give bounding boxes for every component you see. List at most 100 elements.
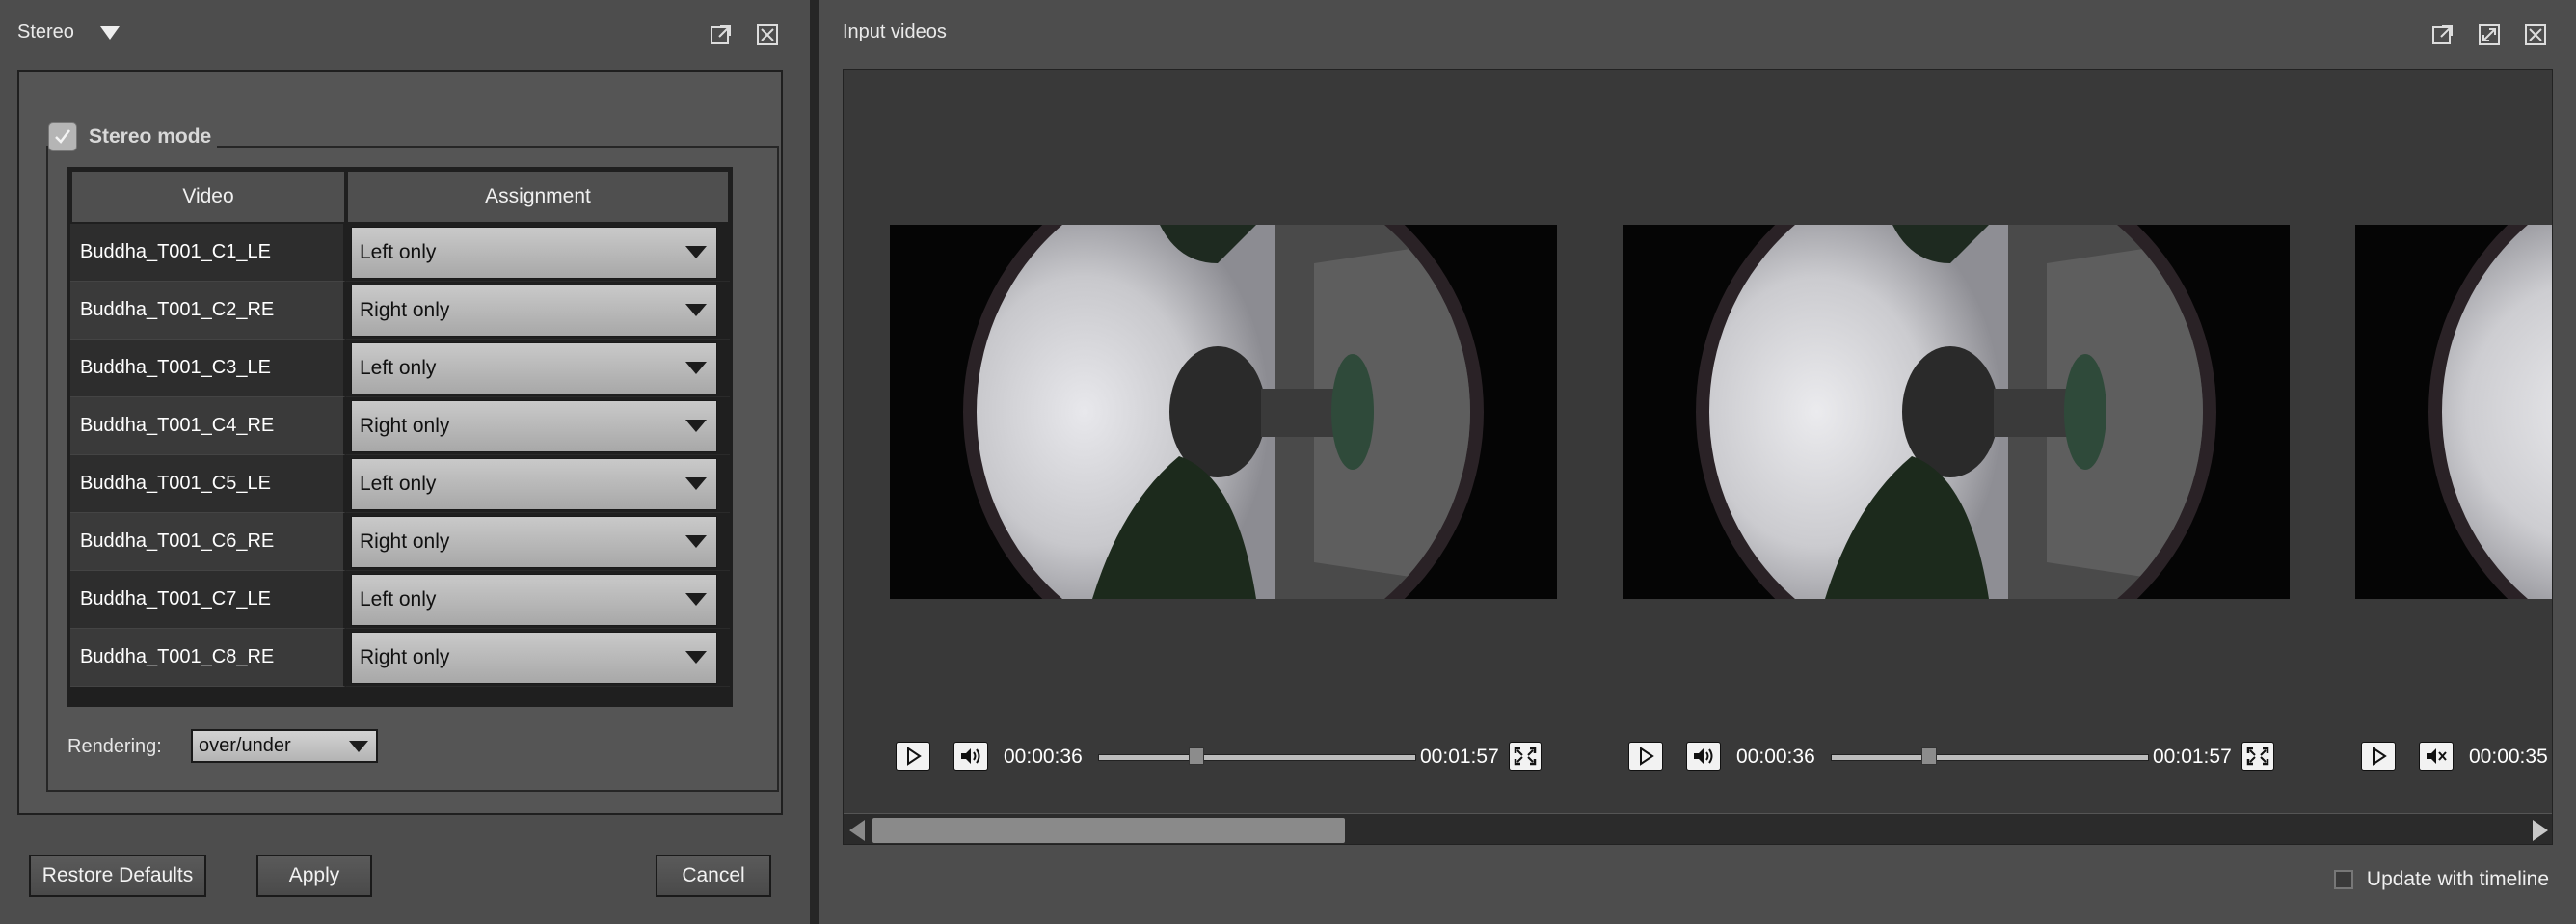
table-row[interactable]: Buddha_T001_C8_RE Right only (70, 629, 730, 687)
volume-button[interactable] (953, 742, 988, 771)
assignment-dropdown[interactable]: Left only (351, 457, 717, 510)
update-with-timeline-label: Update with timeline (2366, 868, 2549, 890)
close-icon[interactable] (756, 23, 779, 46)
chevron-down-icon (685, 477, 707, 490)
scroll-right-icon[interactable] (2533, 820, 2548, 841)
stereo-mode-checkbox[interactable] (48, 122, 77, 151)
seek-bar[interactable] (1831, 754, 2149, 761)
assignment-dropdown[interactable]: Right only (351, 399, 717, 452)
assignment-dropdown[interactable]: Left only (351, 573, 717, 626)
chevron-down-icon (685, 593, 707, 606)
chevron-down-icon (685, 420, 707, 432)
video-name-cell: Buddha_T001_C7_LE (70, 571, 346, 629)
assignment-value: Left only (360, 587, 437, 611)
video-name-cell: Buddha_T001_C3_LE (70, 340, 346, 397)
duration: 00:01:57 (1420, 746, 1499, 768)
seek-handle[interactable] (1921, 747, 1938, 765)
close-icon[interactable] (2524, 23, 2547, 46)
scroll-left-icon[interactable] (849, 820, 865, 841)
video-viewport: 00:00:36 00:01:57 00:00:36 00:01:57 00:0… (843, 69, 2553, 845)
seek-bar[interactable] (1098, 754, 1416, 761)
stereo-mode-toggle[interactable]: Stereo mode (48, 121, 218, 153)
play-icon (2373, 747, 2387, 766)
assignment-value: Right only (360, 414, 450, 437)
player-controls: 00:00:36 00:01:57 (1628, 742, 2284, 780)
assignment-dropdown[interactable]: Right only (351, 284, 717, 337)
play-button[interactable] (896, 742, 930, 771)
cancel-button[interactable]: Cancel (656, 855, 771, 897)
rendering-dropdown[interactable]: over/under (191, 729, 378, 763)
stereo-mode-label: Stereo mode (89, 125, 212, 148)
table-row[interactable]: Buddha_T001_C4_RE Right only (70, 397, 730, 455)
video-name-cell: Buddha_T001_C4_RE (70, 397, 346, 455)
assignment-table: Video Assignment Buddha_T001_C1_LE Left … (67, 167, 733, 707)
horizontal-scrollbar[interactable] (844, 813, 2552, 844)
current-time: 00:00:36 (1736, 746, 1815, 768)
assignment-dropdown[interactable]: Left only (351, 226, 717, 279)
fullscreen-button[interactable] (1509, 742, 1542, 771)
stereo-panel: Stereo Stereo mode Video Assignment Budd… (0, 0, 810, 924)
table-row[interactable]: Buddha_T001_C7_LE Left only (70, 571, 730, 629)
duration: 00:01:57 (2153, 746, 2232, 768)
chevron-down-icon (685, 651, 707, 664)
volume-button[interactable] (1686, 742, 1721, 771)
checkmark-icon (55, 129, 70, 144)
undock-icon[interactable] (710, 23, 733, 46)
column-header-assignment[interactable]: Assignment (346, 170, 730, 224)
rendering-value: over/under (199, 735, 291, 756)
video-thumbnail[interactable] (890, 225, 1557, 599)
apply-button[interactable]: Apply (256, 855, 372, 897)
fisheye-frame-image (890, 225, 1557, 599)
assignment-value: Left only (360, 356, 437, 379)
update-with-timeline-checkbox[interactable] (2333, 870, 2353, 889)
assignment-value: Left only (360, 472, 437, 495)
chevron-down-icon (685, 535, 707, 548)
mute-button[interactable] (2419, 742, 2454, 771)
assignment-value: Right only (360, 645, 450, 668)
table-row[interactable]: Buddha_T001_C6_RE Right only (70, 513, 730, 571)
muted-speaker-icon (2427, 748, 2447, 764)
chevron-down-icon (685, 246, 707, 258)
video-name-cell: Buddha_T001_C2_RE (70, 282, 346, 340)
scrollbar-thumb[interactable] (872, 818, 1345, 843)
maximize-icon[interactable] (2478, 23, 2501, 46)
play-button[interactable] (2361, 742, 2396, 771)
video-thumbnail[interactable] (1623, 225, 2290, 599)
table-body: Buddha_T001_C1_LE Left only Buddha_T001_… (70, 224, 730, 687)
stereo-panel-title[interactable]: Stereo (17, 21, 74, 43)
input-videos-title: Input videos (843, 21, 947, 42)
video-name-cell: Buddha_T001_C8_RE (70, 629, 346, 687)
assignment-value: Left only (360, 240, 437, 263)
assignment-dropdown[interactable]: Right only (351, 515, 717, 568)
chevron-down-icon (349, 740, 368, 752)
fisheye-frame-image (1623, 225, 2290, 599)
restore-defaults-button[interactable]: Restore Defaults (29, 855, 206, 897)
table-header: Video Assignment (70, 170, 730, 224)
speaker-icon (961, 748, 980, 764)
panel-splitter[interactable] (810, 0, 819, 924)
table-row[interactable]: Buddha_T001_C1_LE Left only (70, 224, 730, 282)
assignment-dropdown[interactable]: Left only (351, 341, 717, 394)
fullscreen-icon (1514, 747, 1537, 766)
rendering-label: Rendering: (67, 736, 162, 757)
play-icon (1640, 747, 1654, 766)
speaker-icon (1694, 748, 1713, 764)
chevron-down-icon (685, 304, 707, 316)
play-icon (907, 747, 922, 766)
table-row[interactable]: Buddha_T001_C3_LE Left only (70, 340, 730, 397)
column-header-video[interactable]: Video (70, 170, 346, 224)
video-name-cell: Buddha_T001_C6_RE (70, 513, 346, 571)
panel-menu-caret-icon[interactable] (100, 26, 120, 40)
fisheye-frame-image (2355, 225, 2552, 599)
update-with-timeline-option[interactable]: Update with timeline (2333, 868, 2549, 891)
table-row[interactable]: Buddha_T001_C2_RE Right only (70, 282, 730, 340)
assignment-dropdown[interactable]: Right only (351, 631, 717, 684)
video-name-cell: Buddha_T001_C1_LE (70, 224, 346, 282)
undock-icon[interactable] (2431, 23, 2455, 46)
seek-handle[interactable] (1189, 747, 1205, 765)
table-row[interactable]: Buddha_T001_C5_LE Left only (70, 455, 730, 513)
assignment-value: Right only (360, 298, 450, 321)
fullscreen-button[interactable] (2241, 742, 2274, 771)
play-button[interactable] (1628, 742, 1663, 771)
video-thumbnail[interactable] (2355, 225, 2552, 599)
